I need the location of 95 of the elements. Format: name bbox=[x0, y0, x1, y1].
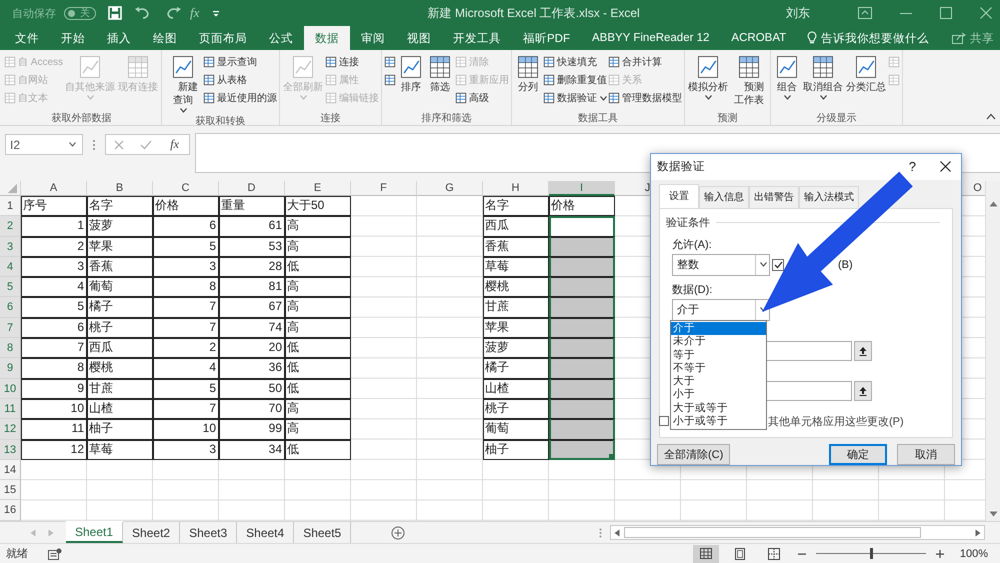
section-heading: 验证条件 bbox=[666, 216, 710, 230]
table-cell: 高 bbox=[285, 398, 351, 420]
table-cell: 高 bbox=[285, 297, 351, 318]
table-cell: 7 bbox=[153, 318, 219, 338]
table-cell: 50 bbox=[219, 378, 285, 399]
table-cell: 名字 bbox=[483, 196, 549, 216]
table-cell: 重量 bbox=[219, 196, 285, 216]
table-cell: 2 bbox=[21, 236, 87, 257]
table-cell: 8 bbox=[21, 358, 87, 379]
table-cell: 低 bbox=[285, 338, 351, 358]
group-label: 数据工具 bbox=[577, 112, 620, 125]
checkbox-label: (B) bbox=[838, 258, 853, 271]
table-cell: 7 bbox=[153, 398, 219, 420]
table-cell: 81 bbox=[219, 277, 285, 298]
table-cell: 柚子 bbox=[483, 440, 549, 460]
table-cell: 葡萄 bbox=[483, 419, 549, 440]
table-cell: 价格 bbox=[153, 196, 219, 216]
table-cell: 菠萝 bbox=[87, 216, 153, 237]
table-cell: 价格 bbox=[549, 196, 615, 216]
table-cell: 28 bbox=[219, 256, 285, 278]
table-cell: 10 bbox=[21, 398, 87, 420]
window-title: 新建 Microsoft Excel 工作表.xlsx - Excel bbox=[426, 4, 641, 22]
table-cell: 1 bbox=[21, 216, 87, 237]
table-cell: 低 bbox=[285, 378, 351, 399]
table-cell: 名字 bbox=[87, 196, 153, 216]
table-cell: 低 bbox=[285, 358, 351, 379]
table-cell: 4 bbox=[153, 358, 219, 379]
table-cell: 74 bbox=[219, 318, 285, 338]
field-label: 数据(D): bbox=[672, 282, 714, 296]
table-cell: 5 bbox=[153, 236, 219, 257]
table-cell: 甘蔗 bbox=[483, 297, 549, 318]
table-cell: 高 bbox=[285, 277, 351, 298]
table-cell: 山楂 bbox=[483, 378, 549, 399]
table-cell: 樱桃 bbox=[87, 358, 153, 379]
table-cell: 西瓜 bbox=[483, 216, 549, 237]
table-cell: 20 bbox=[219, 338, 285, 358]
table-cell: 高 bbox=[285, 236, 351, 257]
group-label: 排序和筛选 bbox=[420, 112, 473, 125]
group-label: 连接 bbox=[320, 112, 342, 125]
table-cell: 12 bbox=[21, 440, 87, 460]
table-cell: 草莓 bbox=[87, 440, 153, 460]
table-cell: 香蕉 bbox=[87, 256, 153, 278]
table-cell: 山楂 bbox=[87, 398, 153, 420]
table-cell: 高 bbox=[285, 216, 351, 237]
table-cell: 橘子 bbox=[87, 297, 153, 318]
table-cell: 36 bbox=[219, 358, 285, 379]
table-cell: 6 bbox=[21, 318, 87, 338]
table-cell: 67 bbox=[219, 297, 285, 318]
table-cell: 3 bbox=[153, 256, 219, 278]
table-cell: 香蕉 bbox=[483, 236, 549, 257]
table-cell: 序号 bbox=[21, 196, 87, 216]
table-cell: 34 bbox=[219, 440, 285, 460]
table-cell: 高 bbox=[285, 419, 351, 440]
table-cell: 低 bbox=[285, 256, 351, 278]
table-cell: 70 bbox=[219, 398, 285, 420]
table-cell: 甘蔗 bbox=[87, 378, 153, 399]
table-cell: 苹果 bbox=[87, 236, 153, 257]
table-cell: 菠萝 bbox=[483, 338, 549, 358]
table-cell: 柚子 bbox=[87, 419, 153, 440]
field-label: 允许(A): bbox=[672, 238, 713, 251]
table-cell: 61 bbox=[219, 216, 285, 237]
checkbox-label: 其他单元格应用这些更改(P) bbox=[768, 414, 904, 429]
table-cell: 10 bbox=[153, 419, 219, 440]
table-cell: 6 bbox=[153, 216, 219, 237]
table-cell: 桃子 bbox=[483, 398, 549, 420]
status-text: 就绪 bbox=[6, 547, 28, 561]
table-cell: 9 bbox=[21, 378, 87, 399]
table-cell: 大于50 bbox=[285, 196, 351, 216]
dialog-title: 数据验证 bbox=[657, 160, 705, 174]
group-label: 预测 bbox=[716, 112, 739, 125]
table-cell: 3 bbox=[21, 256, 87, 278]
table-cell: 葡萄 bbox=[87, 277, 153, 298]
autosave-label: 自动保存 bbox=[12, 6, 56, 20]
table-cell: 2 bbox=[153, 338, 219, 358]
table-cell: 苹果 bbox=[483, 318, 549, 338]
user-name: 刘东 bbox=[786, 4, 810, 22]
table-cell: 5 bbox=[153, 378, 219, 399]
table-cell: 53 bbox=[219, 236, 285, 257]
group-label: 分级显示 bbox=[816, 112, 858, 125]
table-cell: 樱桃 bbox=[483, 277, 549, 298]
table-cell: 5 bbox=[21, 297, 87, 318]
table-cell: 西瓜 bbox=[87, 338, 153, 358]
table-cell: 橘子 bbox=[483, 358, 549, 379]
table-cell: 高 bbox=[285, 318, 351, 338]
table-cell: 低 bbox=[285, 440, 351, 460]
table-cell: 草莓 bbox=[483, 256, 549, 278]
table-cell: 11 bbox=[21, 419, 87, 440]
table-cell: 7 bbox=[153, 297, 219, 318]
table-cell: 7 bbox=[21, 338, 87, 358]
table-cell: 8 bbox=[153, 277, 219, 298]
table-cell: 4 bbox=[21, 277, 87, 298]
table-cell: 桃子 bbox=[87, 318, 153, 338]
group-label: 获取外部数据 bbox=[50, 112, 112, 125]
table-cell: 99 bbox=[219, 419, 285, 440]
table-cell: 3 bbox=[153, 440, 219, 460]
